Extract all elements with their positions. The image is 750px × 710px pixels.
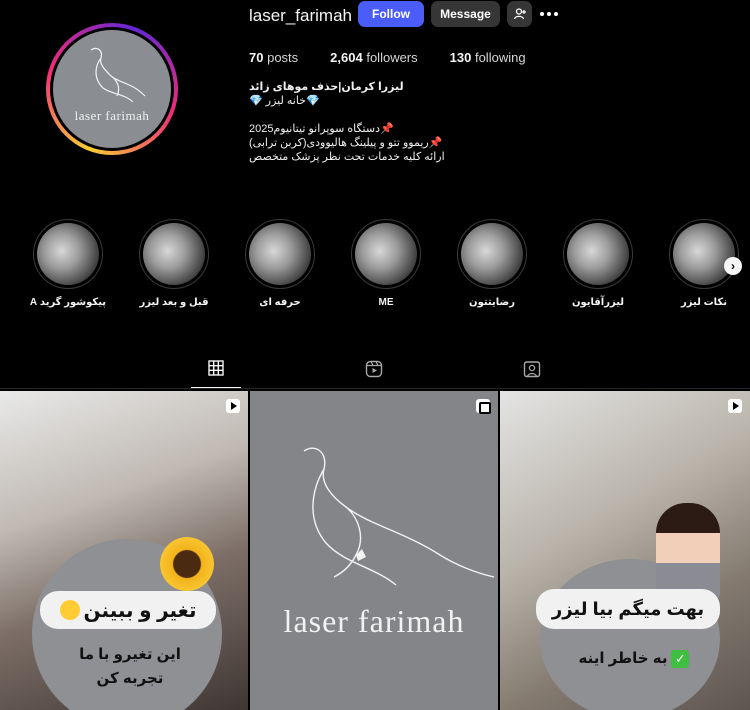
bio-name: لیزرا کرمان|حذف موهای زائد <box>249 81 404 93</box>
post-caption: ✓به خاطر اینه <box>564 649 704 669</box>
profile-username: laser_farimah <box>249 6 352 25</box>
highlight-label: حرفه ای <box>259 297 301 308</box>
highlight-label: رضایتتون <box>469 297 515 308</box>
chevron-right-icon: › <box>731 259 735 273</box>
post-tile[interactable]: laser farimah <box>250 391 498 710</box>
highlight-cover <box>143 223 205 285</box>
suggest-user-button[interactable] <box>507 1 532 27</box>
sunflower-icon <box>160 537 214 591</box>
add-user-icon <box>513 8 526 20</box>
checkmark-icon: ✓ <box>671 650 690 668</box>
highlight-cover <box>37 223 99 285</box>
post-headline: بهت میگم بیا لیزر <box>536 589 720 629</box>
logo-figure-icon <box>303 447 495 586</box>
post-tile[interactable]: بهت میگم بیا لیزر ✓به خاطر اینه <box>500 391 750 710</box>
highlight-cover <box>461 223 523 285</box>
highlight-cover <box>673 223 735 285</box>
followers-stat[interactable]: 2,604 followers <box>330 50 417 65</box>
tab-tagged[interactable] <box>507 360 557 388</box>
reel-indicator-icon <box>226 399 240 413</box>
girl-avatar-illustration <box>656 503 720 603</box>
message-button[interactable]: Message <box>431 1 500 27</box>
tabs-divider <box>0 388 750 389</box>
tab-reels[interactable] <box>349 360 399 388</box>
bio-line: ارائه کلیه خدمات تحت نظر پزشک متخصص <box>249 151 445 163</box>
bio-line: 📌دستگاه سوپرانو تیتانیوم2025 <box>249 123 394 135</box>
highlight-item[interactable]: حرفه ای <box>240 219 320 308</box>
reel-indicator-icon <box>728 399 742 413</box>
following-stat[interactable]: 130 following <box>450 50 526 65</box>
highlight-item[interactable]: رضایتتون <box>452 219 532 308</box>
highlight-label: نکات لیزر <box>681 297 727 308</box>
tagged-icon <box>523 361 541 378</box>
grid-icon <box>208 360 224 376</box>
profile-avatar[interactable]: laser farimah <box>46 23 178 155</box>
logo-figure-icon <box>90 47 146 103</box>
more-options-icon[interactable] <box>540 6 562 22</box>
highlight-item[interactable]: ME <box>346 219 426 308</box>
highlight-item[interactable]: قبل و بعد لیزر <box>134 219 214 308</box>
highlight-item[interactable]: پیکوشور گرید A <box>28 219 108 308</box>
highlight-label: لیزرآقایون <box>571 297 625 308</box>
highlight-label: پیکوشور گرید A <box>29 297 107 308</box>
highlight-cover <box>355 223 417 285</box>
post-headline: تغیر و ببینن <box>40 591 216 629</box>
highlight-cover <box>249 223 311 285</box>
bio-line: 💎خانه لیزر 💎 <box>249 95 320 107</box>
highlight-item[interactable]: لیزرآقایون <box>558 219 638 308</box>
highlight-label: ME <box>378 297 394 308</box>
highlight-label: قبل و بعد لیزر <box>139 297 209 308</box>
bio-line: 📌ریموو تتو و پیلینگ هالیوودی(کربن ترابی) <box>249 137 443 149</box>
highlight-cover <box>567 223 629 285</box>
avatar-logo-text: laser farimah <box>74 108 150 123</box>
reels-icon <box>365 360 383 378</box>
tab-posts[interactable] <box>191 360 241 388</box>
posts-stat[interactable]: 70 posts <box>249 50 298 65</box>
follow-button[interactable]: Follow <box>358 1 424 27</box>
post-caption: این تغیرو با ما تجربه کن <box>79 646 181 687</box>
profile-stats: 70 posts 2,604 followers 130 following <box>249 50 526 65</box>
highlights-next-button[interactable]: › <box>724 257 742 275</box>
face-emoji-icon <box>59 600 80 620</box>
album-indicator-icon <box>476 399 491 414</box>
post-tile[interactable]: تغیر و ببینن این تغیرو با ما تجربه کن <box>0 391 248 710</box>
post-logo-text: laser farimah <box>283 603 465 639</box>
profile-bio: لیزرا کرمان|حذف موهای زائد 💎خانه لیزر 💎 … <box>249 80 469 164</box>
